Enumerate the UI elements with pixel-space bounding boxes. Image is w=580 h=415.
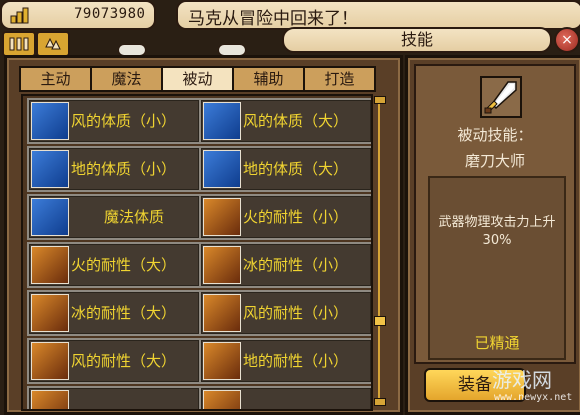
skills-panel: 主动 魔法 被动 辅助 打造 风的体质（小） 风的体质（大） 地的体质（小） 地… [4, 55, 403, 415]
wind-icon [203, 294, 241, 332]
gold-bars-icon [10, 7, 29, 24]
tab-active-skills[interactable]: 主动 [19, 66, 92, 92]
skill-cell[interactable]: 风的体质（小） [27, 98, 201, 144]
ice-icon [31, 294, 69, 332]
earth-icon [203, 150, 241, 188]
skill-name: 磨刀大师 [464, 152, 525, 170]
skill-cell[interactable]: 火的耐性（小） [199, 194, 371, 240]
magic-icon [31, 198, 69, 236]
earth-icon [31, 150, 69, 188]
skill-label: 地的体质（大） [243, 160, 349, 178]
tab-crafting[interactable]: 打造 [303, 66, 376, 92]
mastery-status: 已精通 [474, 334, 520, 352]
skill-cell[interactable]: 火的耐性（大） [27, 242, 201, 288]
scrollbar[interactable] [374, 96, 386, 406]
ice-icon [203, 246, 241, 284]
skill-type-label: 被动技能： [457, 126, 533, 144]
scroll-track [378, 100, 380, 400]
gold-display: 79073980 [0, 0, 156, 30]
skill-cell[interactable]: 风的耐性（大） [27, 338, 201, 384]
skill-cell[interactable]: 冰的耐性（小） [199, 242, 371, 288]
skill-label: 地的体质（小） [71, 160, 177, 178]
detail-box: 被动技能： 磨刀大师 武器物理攻击力上升30% 已精通 [414, 64, 576, 364]
wind-icon [31, 342, 69, 380]
skill-label: 火的耐性（大） [71, 256, 177, 274]
items-button[interactable] [36, 31, 70, 57]
skill-cell-partial[interactable] [27, 386, 201, 409]
watermark-text: 游戏网 [492, 368, 552, 392]
skill-label: 风的耐性（小） [243, 304, 349, 322]
gold-amount: 79073980 [74, 6, 146, 22]
wind-icon [31, 102, 69, 140]
scroll-down-cap[interactable] [374, 398, 386, 406]
close-button[interactable]: × [554, 27, 580, 53]
gems-icon [45, 37, 61, 50]
watermark-url: www.newyx.net [494, 392, 573, 403]
skill-label: 火的耐性（小） [243, 208, 349, 226]
skill-list[interactable]: 风的体质（小） 风的体质（大） 地的体质（小） 地的体质（大） 魔法体质 火的耐… [21, 94, 373, 411]
skill-label: 冰的耐性（大） [71, 304, 177, 322]
window-title: 技能 [400, 30, 433, 49]
scroll-up-cap[interactable] [374, 96, 386, 104]
skill-icon [203, 390, 241, 409]
skill-cell[interactable]: 地的体质（小） [27, 146, 201, 192]
skill-cell[interactable]: 地的体质（大） [199, 146, 371, 192]
skill-cell[interactable]: 冰的耐性（大） [27, 290, 201, 336]
pillars-icon [9, 37, 29, 51]
skill-cell[interactable]: 风的体质（大） [199, 98, 371, 144]
skill-label: 魔法体质 [103, 208, 164, 226]
tab-passive[interactable]: 被动 [161, 66, 234, 92]
site-watermark: 游戏网 www.newyx.net [448, 362, 580, 408]
wind-icon [203, 102, 241, 140]
skill-description: 武器物理攻击力上升30% [438, 215, 556, 248]
scroll-thumb[interactable] [374, 316, 386, 326]
skill-label: 风的耐性（大） [71, 352, 177, 370]
message-text: 马克从冒险中回来了！ [188, 9, 358, 29]
fire-icon [203, 198, 241, 236]
menu-grid-button[interactable] [2, 31, 36, 57]
skill-label: 风的体质（大） [243, 112, 349, 130]
earth-icon [203, 342, 241, 380]
description-box: 武器物理攻击力上升30% 已精通 [428, 176, 566, 360]
skill-icon [31, 390, 69, 409]
skill-label: 地的耐性（小） [243, 352, 349, 370]
skill-cell-partial[interactable] [199, 386, 371, 409]
message-bar: 马克从冒险中回来了！ [176, 0, 580, 30]
skill-label: 冰的耐性（小） [243, 256, 349, 274]
sword-icon [480, 76, 522, 118]
tab-support[interactable]: 辅助 [232, 66, 305, 92]
skill-label: 风的体质（小） [71, 112, 177, 130]
skill-cell[interactable]: 风的耐性（小） [199, 290, 371, 336]
skill-detail-panel: 被动技能： 磨刀大师 武器物理攻击力上升30% 已精通 装备 [405, 55, 580, 415]
skill-cell[interactable]: 地的耐性（小） [199, 338, 371, 384]
skill-cell[interactable]: 魔法体质 [27, 194, 201, 240]
fire-icon [31, 246, 69, 284]
tab-magic[interactable]: 魔法 [90, 66, 163, 92]
window-title-bar: 技能 [282, 27, 552, 53]
